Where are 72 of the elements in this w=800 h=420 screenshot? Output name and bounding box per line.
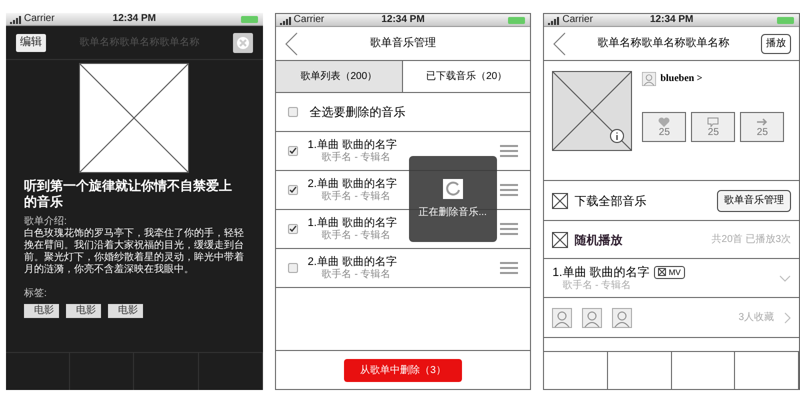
checkbox[interactable] [288, 107, 298, 117]
song-title: 1.单曲 歌曲的名字 [308, 138, 397, 152]
song-title: 2.单曲 歌曲的名字 [308, 255, 397, 268]
spinner-icon [442, 178, 463, 198]
heart-icon [658, 116, 670, 126]
stat-button[interactable]: 25 [691, 112, 736, 142]
checkbox[interactable] [288, 146, 298, 156]
user-avatar-icon [642, 72, 656, 86]
avatar-icon [612, 308, 632, 328]
signal-icon [280, 17, 292, 25]
stat-button[interactable]: 25 [642, 112, 686, 142]
battery-icon [508, 16, 526, 24]
favorites-count: 3人收藏 [738, 310, 774, 325]
song-title: 1.单曲 歌曲的名字 [552, 264, 650, 280]
status-time: 12:34 PM [112, 14, 156, 24]
arrow-icon [756, 116, 768, 126]
shuffle-label: 随机播放 [574, 232, 624, 248]
song-title: 2.单曲 歌曲的名字 [308, 177, 397, 190]
song-subtitle: 歌手名 - 专辑名 [561, 280, 632, 292]
delete-button[interactable]: 从歌单中删除（3） [344, 358, 462, 382]
song-title: 1.单曲 歌曲的名字 [308, 216, 397, 230]
user-name-link[interactable]: blueben > [660, 71, 702, 86]
carrier-label: Carrier [562, 15, 593, 25]
chevron-down-icon[interactable] [779, 274, 792, 282]
song-subtitle: 歌手名 - 专辑名 [320, 230, 391, 242]
stat-button[interactable]: 25 [740, 112, 784, 142]
edit-button[interactable]: 编辑 [16, 34, 46, 52]
song-subtitle: 歌手名 - 专辑名 [320, 269, 391, 281]
checkbox[interactable] [288, 224, 298, 234]
playlist-heading: 听到第一个旋律就让你情不自禁爱上的音乐 [23, 177, 233, 210]
battery-icon [240, 16, 259, 22]
drag-handle-icon[interactable] [500, 223, 518, 235]
intro-label: 歌单介绍: [24, 216, 68, 228]
intro-text: 白色玫瑰花饰的罗马亭下，我牵住了你的手，轻轻挽在臂间。我们沿着大家祝福的目光，缓缓走到台前。聚光灯下，你婚纱散着星的灵动，眸光中带着月的涟漪，你亮不含羞深映在我眼中。 [24, 228, 245, 276]
song-subtitle: 歌手名 - 专辑名 [320, 152, 391, 164]
drag-handle-icon[interactable] [500, 145, 518, 157]
tag-chip[interactable]: 电影 [24, 304, 59, 318]
carrier-label: Carrier [294, 15, 324, 25]
chevron-right-icon[interactable] [784, 312, 792, 324]
mv-badge[interactable]: MV [654, 266, 685, 278]
avatar-icon [582, 308, 602, 328]
checkbox[interactable] [288, 185, 298, 195]
tag-chip[interactable]: 电影 [66, 304, 101, 318]
tab-bar-item[interactable] [672, 352, 736, 389]
shuffle-info: 共20首 已播放3次 [712, 232, 792, 247]
song-subtitle: 歌手名 - 专辑名 [320, 191, 391, 203]
playlist-title: 歌单名称歌单名称歌单名称 [596, 36, 731, 52]
drag-handle-icon[interactable] [500, 184, 518, 196]
signal-icon [548, 17, 560, 25]
select-all-label: 全选要删除的音乐 [310, 104, 406, 121]
tab[interactable]: 歌单列表（200） [276, 61, 403, 92]
checkbox-icon [552, 192, 568, 208]
tags-label: 标签: [24, 288, 48, 300]
drag-handle-icon[interactable] [500, 262, 518, 274]
checkbox-icon [552, 232, 568, 248]
download-all-label: 下载全部音乐 [574, 192, 648, 210]
checkbox[interactable] [288, 263, 298, 273]
toast-text: 正在删除音乐... [418, 206, 487, 220]
battery-icon [777, 16, 796, 24]
status-time: 12:34 PM [650, 15, 694, 25]
signal-icon [10, 16, 22, 24]
status-time: 12:34 PM [381, 15, 425, 25]
manage-button[interactable]: 歌单音乐管理 [717, 190, 792, 212]
back-icon[interactable] [552, 32, 566, 56]
screen-title: 歌单音乐管理 [369, 36, 437, 52]
avatar-icon [552, 308, 572, 328]
play-button[interactable]: 播放 [761, 34, 792, 54]
close-icon[interactable] [232, 32, 253, 52]
tag-chip[interactable]: 电影 [108, 304, 143, 318]
speech-bubble-icon [707, 116, 720, 126]
back-icon[interactable] [284, 32, 298, 56]
carrier-label: Carrier [24, 14, 55, 24]
